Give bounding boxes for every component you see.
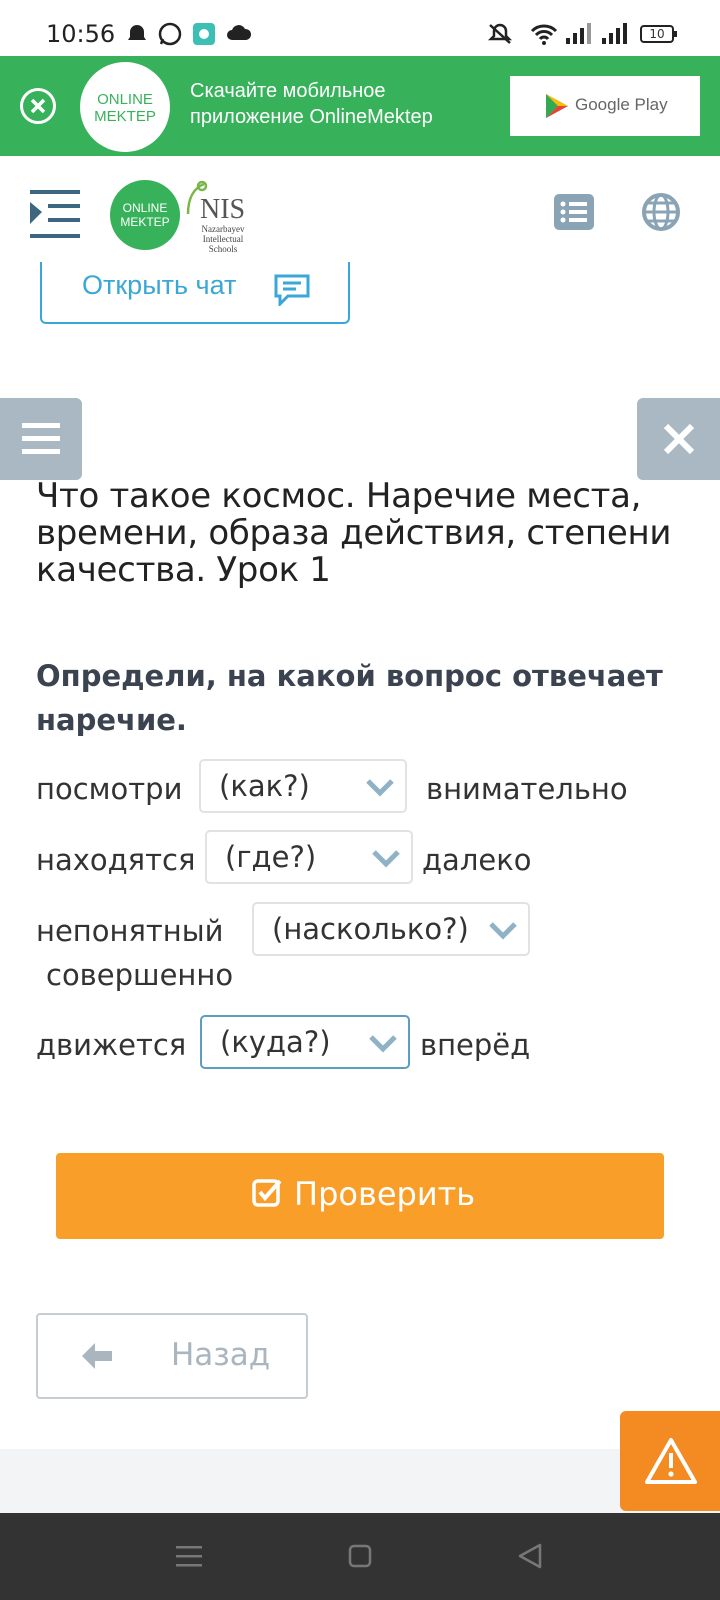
lesson-title: Что такое космос. Наречие места, времени…: [36, 476, 672, 590]
nis-title: NIS: [200, 194, 246, 225]
nis-logo: NIS Nazarbayev Intellectual Schools: [182, 178, 252, 254]
chat-icon: [274, 274, 310, 306]
selected-value: (как?): [219, 769, 310, 803]
row-word-left: непонятный: [36, 914, 224, 948]
play-store-icon: [546, 94, 568, 118]
google-play-label: Google Play: [575, 95, 668, 114]
app-icon: [193, 23, 215, 45]
selected-value: (куда?): [220, 1025, 331, 1059]
hamburger-icon: [22, 423, 60, 454]
row-word-right: вперёд: [420, 1028, 531, 1062]
battery-icon: 10: [640, 25, 677, 43]
logo-text-line2: MEKTEP: [120, 215, 170, 229]
close-icon: [663, 423, 695, 455]
logo-text-line1: ONLINE: [97, 91, 153, 108]
page-footer: [0, 1449, 720, 1513]
checkbox-icon: [252, 1179, 282, 1207]
answer-select-1[interactable]: (как?): [199, 759, 407, 813]
signal-icon: [566, 23, 591, 44]
row-word-left: посмотри: [36, 772, 183, 806]
signal-icon-2: [602, 23, 627, 44]
answer-select-2[interactable]: (где?): [205, 830, 413, 884]
mute-icon: [487, 23, 513, 44]
home-icon[interactable]: [348, 1544, 372, 1568]
question-text: Определи, на какой вопрос отвечает нареч…: [36, 659, 663, 737]
google-play-button[interactable]: Google Play: [510, 76, 700, 136]
row-word-left: находятся: [36, 843, 196, 877]
open-chat-label: Открыть чат: [82, 270, 237, 300]
menu-collapse-icon[interactable]: [30, 190, 80, 238]
list-icon[interactable]: [554, 194, 594, 230]
cloud-icon: [227, 25, 252, 40]
back-nav-icon[interactable]: [518, 1543, 542, 1569]
row-word-right: внимательно: [426, 772, 628, 806]
report-problem-button[interactable]: [620, 1411, 720, 1511]
open-chat-button[interactable]: Открыть чат: [40, 262, 350, 324]
selected-value: (где?): [225, 840, 317, 874]
status-bar: 10:56 10: [0, 0, 720, 56]
close-panel-button[interactable]: [637, 398, 720, 480]
wifi-icon: [530, 24, 558, 45]
chevron-down-icon: [369, 1035, 397, 1053]
whatsapp-icon: [158, 22, 182, 46]
chevron-down-icon: [372, 850, 400, 868]
check-button-label: Проверить: [294, 1175, 476, 1213]
selected-value: (насколько?): [272, 912, 469, 946]
chevron-down-icon: [489, 922, 517, 940]
globe-icon[interactable]: [641, 192, 681, 232]
answer-select-4[interactable]: (куда?): [200, 1015, 410, 1069]
row-word-left: движется: [36, 1028, 187, 1062]
back-button[interactable]: Назад: [36, 1313, 308, 1399]
row-word-right: далеко: [422, 843, 532, 877]
system-navigation-bar: [0, 1513, 720, 1600]
onlinemektep-logo-header[interactable]: ONLINE MEKTEP: [110, 180, 180, 250]
side-menu-button[interactable]: [0, 398, 82, 480]
clock: 10:56: [46, 20, 116, 48]
arrow-left-icon: [82, 1343, 112, 1369]
warning-icon: [645, 1438, 697, 1484]
logo-text-line1: ONLINE: [122, 201, 168, 215]
check-button[interactable]: Проверить: [56, 1153, 664, 1239]
logo-text-line2: MEKTEP: [94, 108, 156, 125]
row-word-right: совершенно: [46, 958, 234, 992]
app-promo-banner: ONLINE MEKTEP Скачайте мобильное приложе…: [0, 56, 720, 156]
back-button-label: Назад: [171, 1337, 271, 1373]
answer-select-3[interactable]: (насколько?): [252, 902, 530, 956]
onlinemektep-logo: ONLINE MEKTEP: [80, 62, 170, 152]
recent-apps-icon[interactable]: [176, 1544, 202, 1568]
banner-text: Скачайте мобильное приложение OnlineMekt…: [190, 80, 433, 128]
chevron-down-icon: [366, 779, 394, 797]
close-banner-button[interactable]: [20, 88, 56, 124]
site-header: ONLINE MEKTEP NIS Nazarbayev Intellectua…: [0, 156, 720, 266]
alarm-icon: [128, 25, 146, 40]
close-icon: [30, 98, 46, 114]
nis-subtitle: Nazarbayev Intellectual Schools: [201, 224, 245, 254]
